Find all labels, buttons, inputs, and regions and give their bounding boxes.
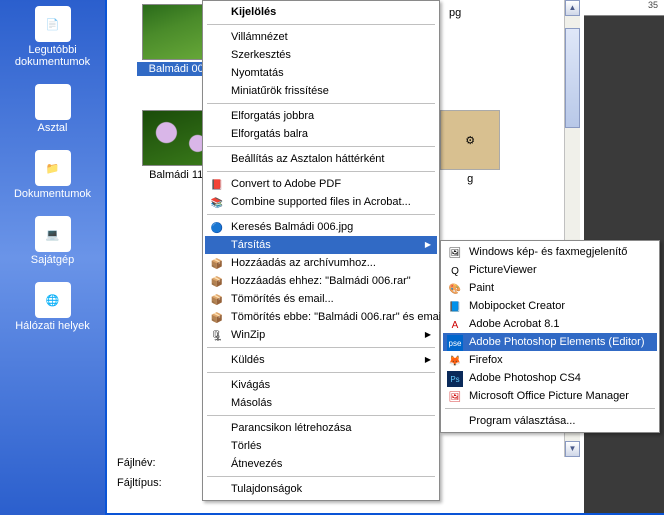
sidebar-item-desktop[interactable]: 🖥 Asztal (0, 78, 105, 144)
scroll-up-button[interactable]: ▲ (565, 0, 580, 16)
menu-separator (207, 103, 435, 104)
menu-item-copy[interactable]: Másolás (205, 394, 437, 412)
places-sidebar: 📄 Legutóbbi dokumentumok 🖥 Asztal 📁 Doku… (0, 0, 105, 515)
search-icon: 🔵 (209, 220, 225, 236)
winzip-icon: 🗜 (209, 328, 225, 344)
menu-item-compress-rar-email[interactable]: 📦Tömörítés ebbe: "Balmádi 006.rar" és em… (205, 308, 437, 326)
menu-item-rotate-left[interactable]: Elforgatás balra (205, 125, 437, 143)
firefox-icon: 🦊 (447, 353, 463, 369)
sidebar-item-documents[interactable]: 📁 Dokumentumok (0, 144, 105, 210)
menu-item-add-rar[interactable]: 📦Hozzáadás ehhez: "Balmádi 006.rar" (205, 272, 437, 290)
menu-separator (207, 146, 435, 147)
scrollbar-thumb[interactable] (565, 28, 580, 128)
menu-item-send-to[interactable]: Küldés (205, 351, 437, 369)
pse-icon: pse (447, 335, 463, 351)
sidebar-item-mycomputer[interactable]: 💻 Sajátgép (0, 210, 105, 276)
menu-separator (207, 372, 435, 373)
archive-icon: 📦 (209, 274, 225, 290)
image-viewer-icon: 🖼 (447, 245, 463, 261)
thumbnail-item[interactable]: ⚙ g (435, 110, 505, 186)
submenu-item-office-picture-manager[interactable]: 🖼Microsoft Office Picture Manager (443, 387, 657, 405)
menu-separator (207, 171, 435, 172)
documents-icon: 📁 (35, 150, 71, 186)
sidebar-item-label: Hálózati helyek (2, 320, 103, 332)
submenu-item-choose-program[interactable]: Program választása... (443, 412, 657, 430)
menu-item-rotate-right[interactable]: Elforgatás jobbra (205, 107, 437, 125)
menu-item-convert-pdf[interactable]: 📕Convert to Adobe PDF (205, 175, 437, 193)
submenu-item-photoshop-cs4[interactable]: PsAdobe Photoshop CS4 (443, 369, 657, 387)
menu-item-create-shortcut[interactable]: Parancsikon létrehozása (205, 419, 437, 437)
archive-icon: 📦 (209, 310, 225, 326)
recent-docs-icon: 📄 (35, 6, 71, 42)
computer-icon: 💻 (35, 216, 71, 252)
submenu-item-photoshop-elements[interactable]: pseAdobe Photoshop Elements (Editor) (443, 333, 657, 351)
sidebar-item-label: Sajátgép (2, 254, 103, 266)
open-with-submenu: 🖼Windows kép- és faxmegjelenítő QPicture… (440, 240, 660, 433)
menu-item-edit[interactable]: Szerkesztés (205, 46, 437, 64)
sidebar-item-label: Asztal (2, 122, 103, 134)
ruler: 35 (584, 0, 664, 16)
menu-item-winzip[interactable]: 🗜WinZip (205, 326, 437, 344)
menu-separator (207, 347, 435, 348)
submenu-item-windows-viewer[interactable]: 🖼Windows kép- és faxmegjelenítő (443, 243, 657, 261)
menu-item-set-wallpaper[interactable]: Beállítás az Asztalon háttérként (205, 150, 437, 168)
menu-item-refresh-thumbs[interactable]: Miniatűrök frissítése (205, 82, 437, 100)
sidebar-item-network[interactable]: 🌐 Hálózati helyek (0, 276, 105, 342)
scroll-down-button[interactable]: ▼ (565, 441, 580, 457)
submenu-item-paint[interactable]: 🎨Paint (443, 279, 657, 297)
menu-separator (207, 476, 435, 477)
submenu-item-mobipocket[interactable]: 📘Mobipocket Creator (443, 297, 657, 315)
paint-icon: 🎨 (447, 281, 463, 297)
pdf-icon: 📕 (209, 177, 225, 193)
app-icon: Q (447, 263, 463, 279)
context-menu: Kijelölés Villámnézet Szerkesztés Nyomta… (202, 0, 440, 501)
network-icon: 🌐 (35, 282, 71, 318)
menu-separator (445, 408, 655, 409)
submenu-item-acrobat[interactable]: AAdobe Acrobat 8.1 (443, 315, 657, 333)
submenu-item-firefox[interactable]: 🦊Firefox (443, 351, 657, 369)
sidebar-item-label: Legutóbbi dokumentumok (2, 44, 103, 68)
thumbnail-label: g (435, 172, 505, 186)
acrobat-icon: A (447, 317, 463, 333)
menu-item-open-with[interactable]: Társítás (205, 236, 437, 254)
menu-item-preview[interactable]: Villámnézet (205, 28, 437, 46)
acrobat-icon: 📚 (209, 195, 225, 211)
menu-item-add-archive[interactable]: 📦Hozzáadás az archívumhoz... (205, 254, 437, 272)
filetype-label: Fájltípus: (107, 473, 172, 493)
menu-item-cut[interactable]: Kivágás (205, 376, 437, 394)
photoshop-icon: Ps (447, 371, 463, 387)
submenu-item-pictureviewer[interactable]: QPictureViewer (443, 261, 657, 279)
thumbnail-label: pg (435, 6, 475, 20)
menu-separator (207, 415, 435, 416)
menu-item-search[interactable]: 🔵Keresés Balmádi 006.jpg (205, 218, 437, 236)
menu-item-compress-email[interactable]: 📦Tömörítés és email... (205, 290, 437, 308)
desktop-icon: 🖥 (35, 84, 71, 120)
sidebar-item-label: Dokumentumok (2, 188, 103, 200)
filename-label: Fájlnév: (107, 453, 166, 473)
office-icon: 🖼 (447, 389, 463, 405)
archive-icon: 📦 (209, 292, 225, 308)
menu-separator (207, 24, 435, 25)
menu-item-print[interactable]: Nyomtatás (205, 64, 437, 82)
thumbnail-item[interactable]: pg (435, 4, 475, 20)
archive-icon: 📦 (209, 256, 225, 272)
gear-icon: ⚙ (440, 110, 500, 170)
menu-item-rename[interactable]: Átnevezés (205, 455, 437, 473)
sidebar-item-recent-docs[interactable]: 📄 Legutóbbi dokumentumok (0, 0, 105, 78)
menu-item-selection[interactable]: Kijelölés (205, 3, 437, 21)
menu-separator (207, 214, 435, 215)
app-icon: 📘 (447, 299, 463, 315)
menu-item-delete[interactable]: Törlés (205, 437, 437, 455)
menu-item-properties[interactable]: Tulajdonságok (205, 480, 437, 498)
menu-item-combine-acrobat[interactable]: 📚Combine supported files in Acrobat... (205, 193, 437, 211)
